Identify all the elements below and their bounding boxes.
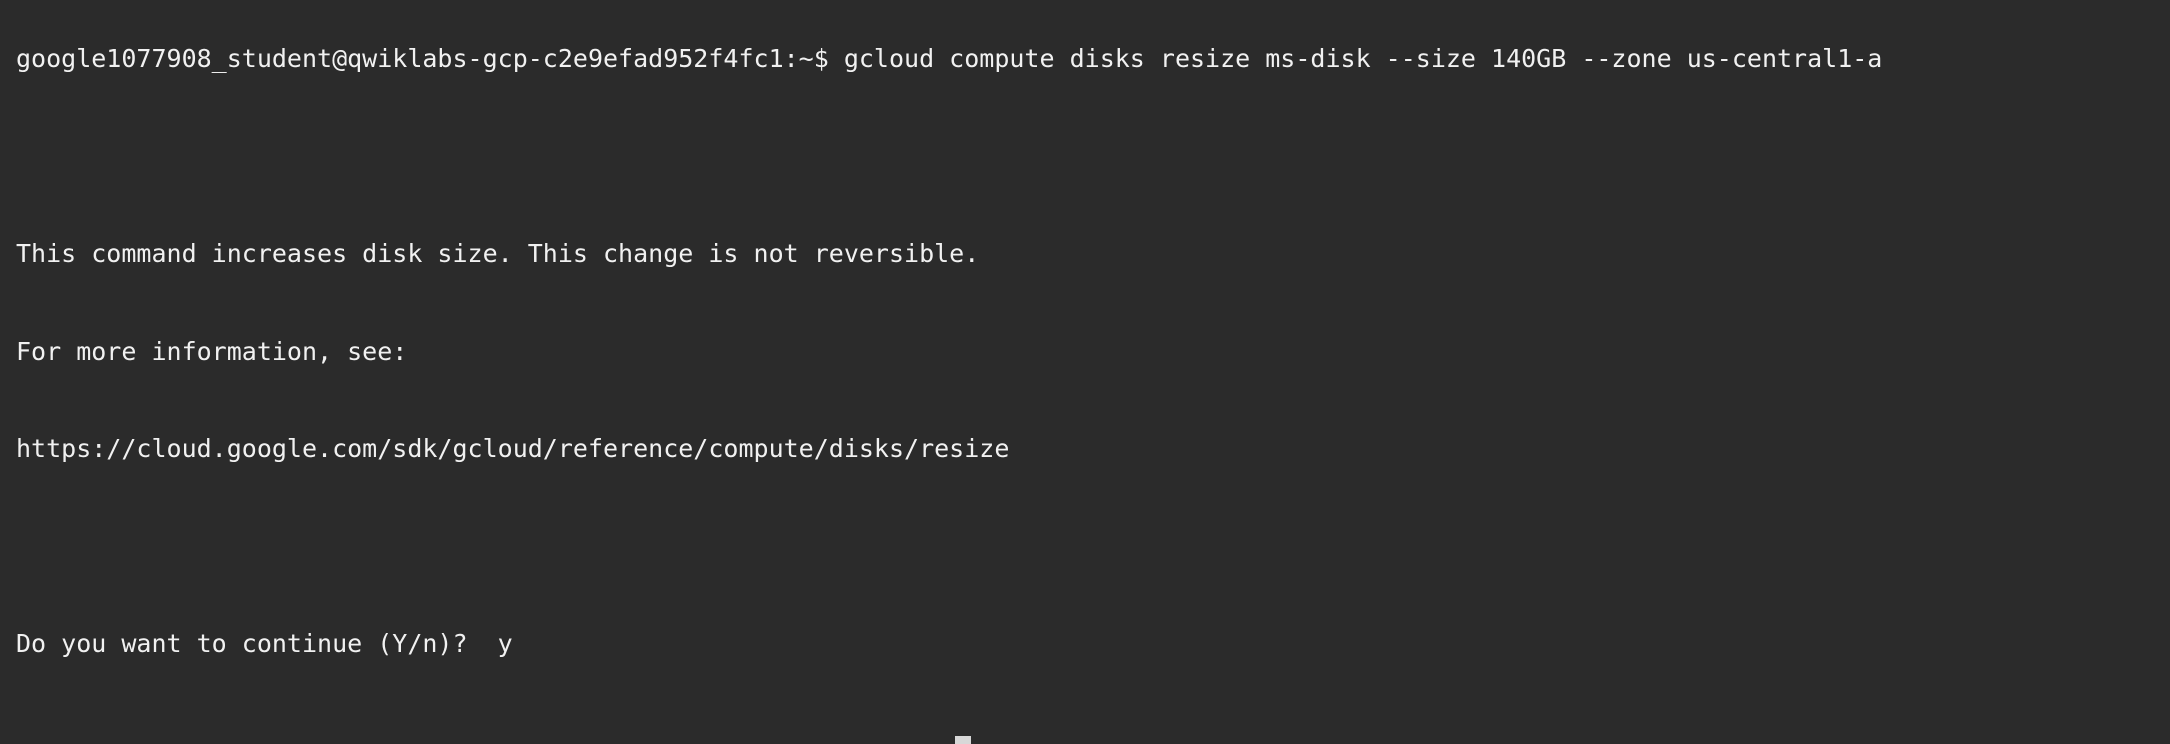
terminal-window[interactable]: google1077908_student@qwiklabs-gcp-c2e9e… [0,0,2170,744]
terminal-line-continue-prompt: Do you want to continue (Y/n)? y [16,629,513,658]
terminal-output[interactable]: google1077908_student@qwiklabs-gcp-c2e9e… [16,0,1882,744]
terminal-line-prompt-command: google1077908_student@qwiklabs-gcp-c2e9e… [16,44,1883,73]
terminal-line-more-information: For more information, see: [16,336,408,366]
terminal-line-reference-url: https://cloud.google.com/sdk/gcloud/refe… [16,434,1010,463]
terminal-line-warning-reversible: This command increases disk size. This c… [16,239,980,268]
terminal-cursor [955,736,971,744]
